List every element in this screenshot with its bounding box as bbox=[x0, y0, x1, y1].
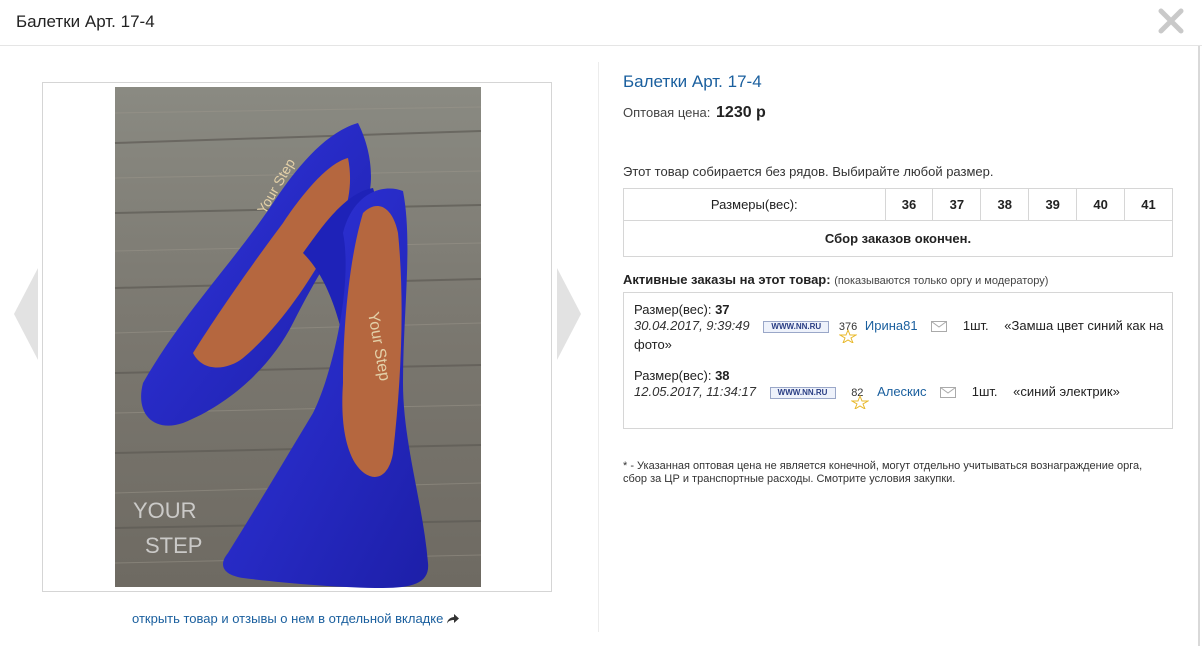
share-arrow-icon bbox=[447, 614, 460, 624]
size-36: 36 bbox=[884, 188, 934, 221]
price-line: Оптовая цена: 1230 р bbox=[623, 104, 766, 122]
order-comment: «синий электрик» bbox=[1013, 384, 1120, 399]
order-size: 37 bbox=[715, 302, 730, 317]
close-icon[interactable] bbox=[1156, 6, 1186, 36]
image-logo-line-2: STEP bbox=[145, 533, 202, 558]
image-logo-line-1: YOUR bbox=[133, 498, 197, 523]
next-image-arrow-icon[interactable] bbox=[555, 268, 581, 360]
order-comment: «Замша цвет синий как на bbox=[1004, 318, 1164, 333]
price-label: Оптовая цена: bbox=[623, 105, 711, 120]
user-rating: 376 bbox=[838, 321, 857, 343]
order-user-link[interactable]: Алескис bbox=[877, 384, 926, 399]
active-orders-subtitle: (показываются только оргу и модератору) bbox=[834, 275, 1049, 287]
order-comment-continued: фото» bbox=[634, 337, 672, 352]
sizes-label: Размеры(вес): bbox=[623, 188, 886, 221]
sizes-table: Размеры(вес): 36 37 38 39 40 41 Сбор зак… bbox=[623, 188, 1173, 257]
column-divider bbox=[598, 62, 599, 632]
product-photo: Your Step Your Step YOUR STEP bbox=[114, 87, 482, 588]
active-orders-heading: Активные заказы на этот товар: (показыва… bbox=[623, 272, 1048, 287]
rating-star-icon bbox=[851, 395, 870, 409]
product-modal: Балетки Арт. 17-4 Your Step Your Step YO… bbox=[0, 0, 1202, 650]
modal-header: Балетки Арт. 17-4 bbox=[0, 0, 1202, 46]
order-qty: 1шт. bbox=[971, 384, 998, 399]
orders-closed-status: Сбор заказов окончен. bbox=[623, 220, 1173, 257]
order-item: Размер(вес): 37 30.04.2017, 9:39:49 WWW.… bbox=[634, 302, 1163, 352]
open-in-new-tab-link[interactable]: открыть товар и отзывы о нем в отдельной… bbox=[132, 611, 460, 626]
price-footnote: * - Указанная оптовая цена не является к… bbox=[623, 460, 1143, 485]
price-value: 1230 р bbox=[716, 104, 766, 121]
open-link-label: открыть товар и отзывы о нем в отдельной… bbox=[132, 611, 444, 626]
order-user-link[interactable]: Ирина81 bbox=[865, 318, 918, 333]
user-rating: 82 bbox=[851, 387, 870, 409]
product-image-frame[interactable]: Your Step Your Step YOUR STEP bbox=[42, 82, 552, 592]
nn-ru-badge[interactable]: WWW.NN.RU bbox=[769, 387, 836, 399]
order-size-label: Размер(вес): bbox=[634, 368, 712, 383]
product-title: Балетки Арт. 17-4 bbox=[623, 72, 762, 91]
active-orders-title: Активные заказы на этот товар: bbox=[623, 272, 831, 287]
size-40: 40 bbox=[1076, 188, 1126, 221]
prev-image-arrow-icon[interactable] bbox=[14, 268, 40, 360]
mail-icon[interactable] bbox=[931, 321, 948, 332]
nn-ru-badge[interactable]: WWW.NN.RU bbox=[763, 321, 830, 333]
size-39: 39 bbox=[1028, 188, 1078, 221]
rating-star-icon bbox=[838, 329, 857, 343]
order-size-label: Размер(вес): bbox=[634, 302, 712, 317]
order-item: Размер(вес): 38 12.05.2017, 11:34:17 WWW… bbox=[634, 368, 1120, 409]
order-qty: 1шт. bbox=[962, 318, 989, 333]
modal-title: Балетки Арт. 17-4 bbox=[16, 12, 155, 31]
size-37: 37 bbox=[932, 188, 982, 221]
order-date: 12.05.2017, 11:34:17 bbox=[634, 384, 756, 399]
size-41: 41 bbox=[1124, 188, 1173, 221]
mail-icon[interactable] bbox=[940, 387, 957, 398]
size-note: Этот товар собирается без рядов. Выбирай… bbox=[623, 164, 994, 179]
active-orders-list: Размер(вес): 37 30.04.2017, 9:39:49 WWW.… bbox=[623, 292, 1173, 429]
order-size: 38 bbox=[715, 368, 730, 383]
size-38: 38 bbox=[980, 188, 1030, 221]
scrollbar[interactable] bbox=[1198, 46, 1200, 646]
order-date: 30.04.2017, 9:39:49 bbox=[634, 318, 750, 333]
